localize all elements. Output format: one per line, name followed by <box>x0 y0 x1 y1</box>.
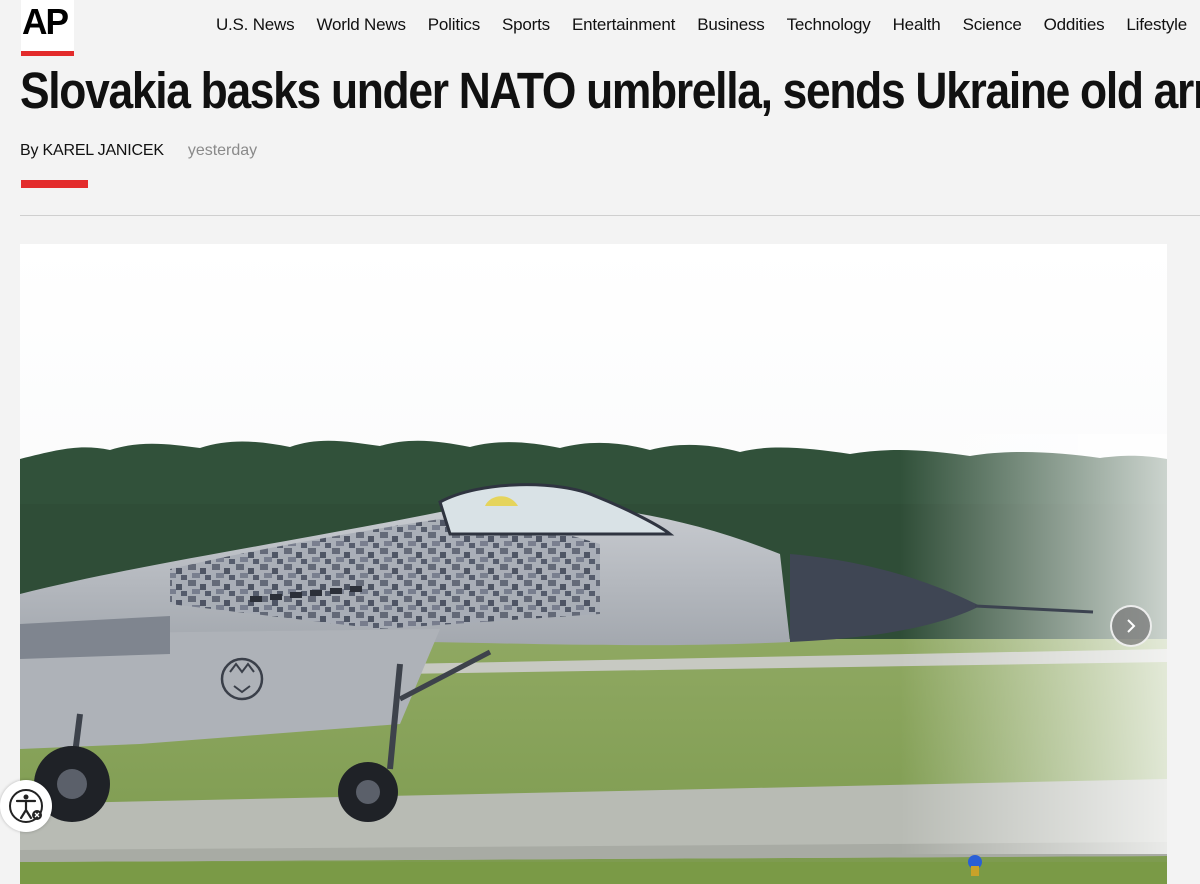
fighter-jet-photo <box>20 244 1167 884</box>
accessibility-icon <box>9 789 43 823</box>
byline: By KAREL JANICEK yesterday <box>20 142 257 164</box>
accessibility-button[interactable] <box>0 780 52 832</box>
nav-entertainment[interactable]: Entertainment <box>572 13 675 37</box>
nav-sports[interactable]: Sports <box>502 13 550 37</box>
nav-world-news[interactable]: World News <box>316 13 406 37</box>
nav-politics[interactable]: Politics <box>428 13 480 37</box>
chevron-right-icon <box>1127 619 1136 633</box>
article-headline: Slovakia basks under NATO umbrella, send… <box>20 62 1200 119</box>
nav-technology[interactable]: Technology <box>787 13 871 37</box>
timestamp: yesterday <box>187 142 258 159</box>
nav-science[interactable]: Science <box>963 13 1022 37</box>
divider <box>20 215 1200 216</box>
logo-text: AP <box>22 1 69 42</box>
main-nav: U.S. News World News Politics Sports Ent… <box>216 13 1187 37</box>
nav-us-news[interactable]: U.S. News <box>216 13 295 37</box>
nav-lifestyle[interactable]: Lifestyle <box>1126 13 1187 37</box>
author-link[interactable]: By KAREL JANICEK <box>20 142 164 160</box>
nav-oddities[interactable]: Oddities <box>1044 13 1105 37</box>
nav-business[interactable]: Business <box>697 13 765 37</box>
lead-photo[interactable] <box>20 244 1167 884</box>
next-photo-button[interactable] <box>1110 605 1152 647</box>
ap-logo[interactable]: AP <box>21 0 74 56</box>
headline-accent-bar <box>21 180 88 188</box>
nav-health[interactable]: Health <box>893 13 941 37</box>
